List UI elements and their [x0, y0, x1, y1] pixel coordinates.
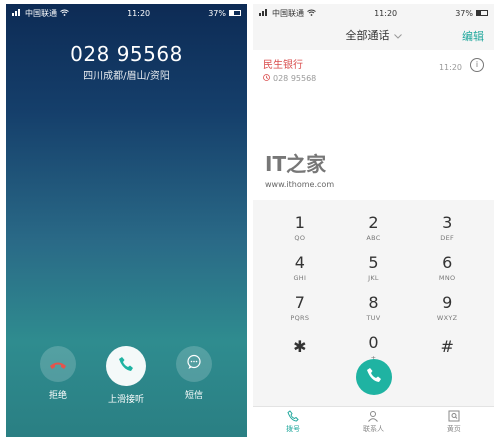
- recent-call-number-row: 028 95568: [263, 74, 484, 83]
- dial-key-7[interactable]: 7 PQRS: [263, 288, 337, 328]
- key-letters: QO: [294, 233, 306, 242]
- key-digit: #: [440, 336, 454, 356]
- tab-label: 联系人: [362, 425, 384, 433]
- info-icon[interactable]: i: [470, 58, 484, 72]
- key-letters: JKL: [368, 273, 379, 282]
- yellow-pages-icon: [448, 410, 460, 422]
- caller-location: 四川成都/眉山/资阳: [83, 71, 170, 82]
- message-label: 短信: [184, 391, 203, 401]
- list-item[interactable]: 民生银行 028 95568 11:20 i: [253, 50, 494, 83]
- edit-button[interactable]: 编辑: [462, 28, 484, 44]
- key-letters: GHI: [293, 273, 307, 282]
- answer-label: 上滑接听: [107, 395, 144, 405]
- answer-button[interactable]: [106, 346, 146, 386]
- signal-icon: [12, 8, 22, 18]
- key-digit: 5: [368, 252, 379, 272]
- watermark: IT之家 www.ithome.com: [265, 148, 334, 189]
- key-letters: MNO: [438, 273, 456, 282]
- recent-call-time: 11:20: [438, 63, 462, 72]
- recent-calls-list: 民生银行 028 95568 11:20 i IT之家 www.ithome.c…: [253, 50, 494, 200]
- battery-percent: 37%: [455, 8, 473, 18]
- tab-dialpad[interactable]: 拨号: [253, 407, 333, 437]
- answer-phone-icon: [118, 356, 134, 376]
- key-digit: 2: [368, 212, 379, 232]
- recent-call-number: 028 95568: [273, 74, 317, 83]
- key-digit: 8: [368, 292, 379, 312]
- dial-key-star[interactable]: ✱: [263, 328, 337, 368]
- incoming-call-screen: 中国联通 11:20 37% 028 95568 四川成都/眉山/资阳 拒绝 上…: [6, 4, 247, 437]
- answer-action[interactable]: 上滑接听: [106, 346, 146, 405]
- status-right: 37%: [208, 9, 241, 18]
- key-letters: PQRS: [290, 313, 310, 322]
- dial-key-3[interactable]: 3 DEF: [410, 208, 484, 248]
- decline-phone-icon: [49, 355, 67, 374]
- message-icon: [186, 354, 202, 374]
- key-digit: 3: [442, 212, 453, 232]
- tab-label: 拨号: [286, 425, 301, 433]
- status-bar: 中国联通 11:20 37%: [253, 4, 494, 22]
- key-digit: 9: [442, 292, 453, 312]
- contacts-person-icon: [368, 411, 379, 422]
- watermark-url: www.ithome.com: [265, 180, 335, 189]
- decline-label: 拒绝: [48, 391, 67, 401]
- dial-key-8[interactable]: 8 TUV: [337, 288, 411, 328]
- wifi-icon: [307, 9, 316, 18]
- carrier-label: 中国联通: [272, 8, 304, 18]
- key-digit: 1: [294, 212, 305, 232]
- tab-contacts[interactable]: 联系人: [333, 407, 413, 437]
- key-letters: DEF: [440, 233, 455, 242]
- status-left: 中国联通: [12, 8, 69, 19]
- dialpad-keys: 1 QO 2 ABC 3 DEF 4 GHI 5 JKL 6 MNO 7 PQRS 8 TUV …: [263, 208, 484, 368]
- battery-percent: 37%: [208, 8, 226, 18]
- dial-key-6[interactable]: 6 MNO: [410, 248, 484, 288]
- call-button[interactable]: [356, 359, 392, 395]
- screenshot-root: 中国联通 11:20 37% 028 95568 四川成都/眉山/资阳 拒绝 上…: [0, 0, 500, 443]
- watermark-logo: IT之家: [265, 152, 327, 176]
- tab-label: 黄页: [446, 425, 461, 433]
- call-filter-label: 全部通话: [345, 29, 390, 42]
- status-time: 11:20: [374, 8, 398, 18]
- caller-number: 028 95568: [70, 42, 183, 66]
- call-phone-icon: [366, 367, 382, 387]
- dial-key-hash[interactable]: #: [410, 328, 484, 368]
- dial-key-9[interactable]: 9 WXYZ: [410, 288, 484, 328]
- missed-call-icon: [263, 74, 270, 83]
- status-bar: 中国联通 11:20 37%: [6, 4, 247, 22]
- status-time: 11:20: [127, 8, 151, 18]
- dial-key-1[interactable]: 1 QO: [263, 208, 337, 248]
- key-letters: WXYZ: [436, 313, 458, 322]
- key-digit: 4: [294, 252, 305, 272]
- dial-key-4[interactable]: 4 GHI: [263, 248, 337, 288]
- battery-icon: [229, 10, 241, 16]
- call-actions: 拒绝 上滑接听 短信: [6, 346, 247, 406]
- key-digit: 6: [442, 252, 453, 272]
- wifi-icon: [60, 9, 69, 18]
- decline-action[interactable]: 拒绝: [40, 346, 76, 401]
- dial-key-2[interactable]: 2 ABC: [337, 208, 411, 248]
- dialpad-phone-icon: [287, 410, 299, 422]
- call-filter-dropdown[interactable]: 全部通话: [346, 27, 402, 43]
- chevron-down-icon: [393, 29, 402, 42]
- message-button[interactable]: [176, 346, 212, 382]
- key-digit: 0: [368, 332, 379, 352]
- dial-key-5[interactable]: 5 JKL: [337, 248, 411, 288]
- decline-button[interactable]: [40, 346, 76, 382]
- signal-icon: [259, 8, 269, 18]
- message-action[interactable]: 短信: [176, 346, 212, 401]
- status-right: 37%: [455, 9, 488, 18]
- battery-icon: [476, 10, 488, 16]
- dialer-screen: 中国联通 11:20 37% 全部通话 编辑 民生银行 028 95568 11…: [253, 4, 494, 437]
- key-letters: TUV: [366, 313, 381, 322]
- dialer-header: 全部通话 编辑: [253, 22, 494, 48]
- tab-yellow-pages[interactable]: 黄页: [414, 407, 494, 437]
- key-digit: ✱: [293, 336, 307, 356]
- bottom-nav: 拨号 联系人 黄页: [253, 406, 494, 437]
- status-left: 中国联通: [259, 8, 316, 19]
- carrier-label: 中国联通: [25, 8, 57, 18]
- key-digit: 7: [294, 292, 305, 312]
- key-letters: ABC: [366, 233, 381, 242]
